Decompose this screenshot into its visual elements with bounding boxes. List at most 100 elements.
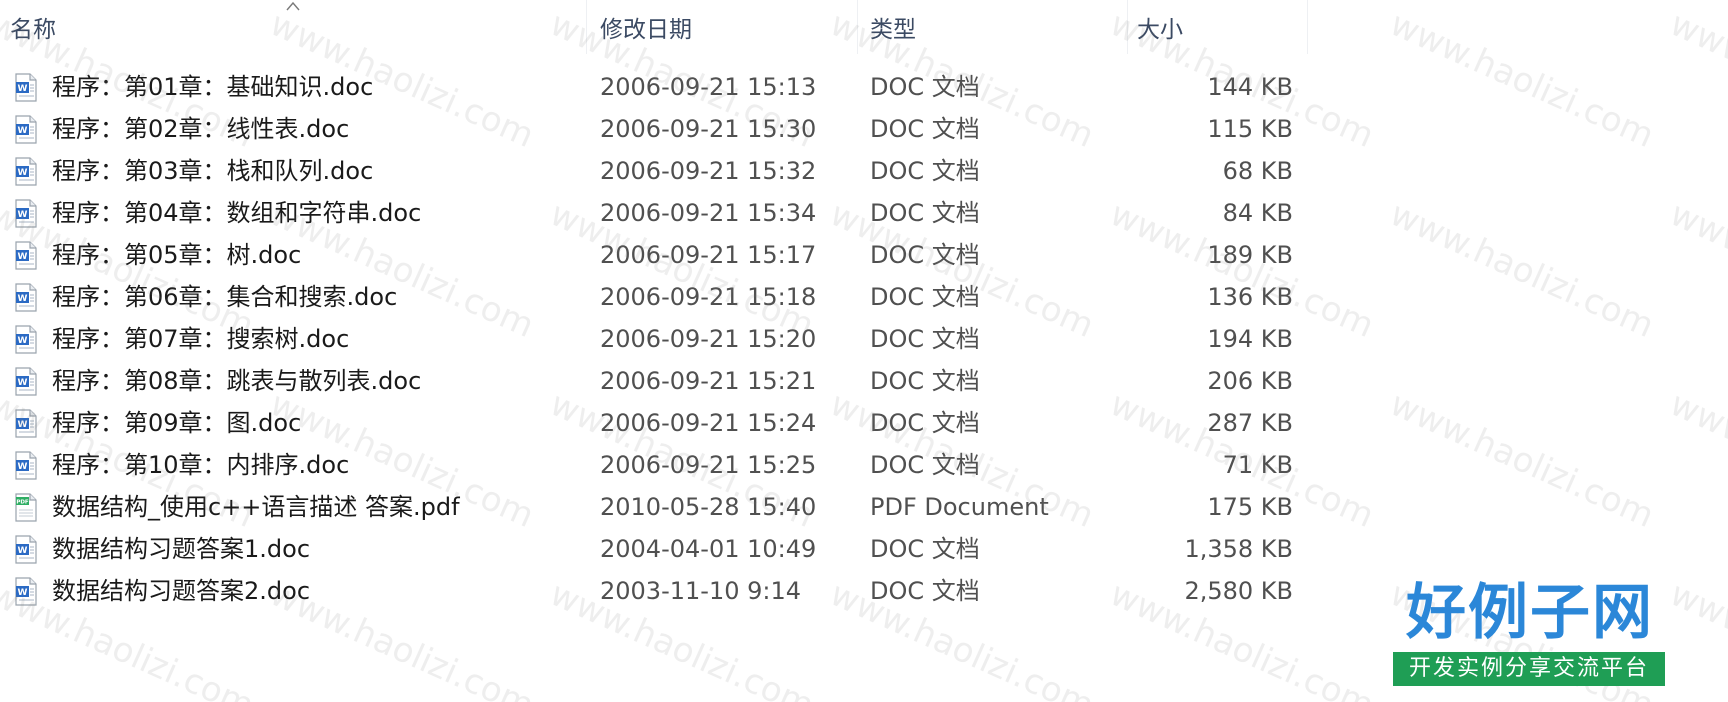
file-row[interactable]: W 程序：第08章：跳表与散列表.doc 2006-09-21 15:21 DO…: [0, 360, 1310, 402]
file-type: DOC 文档: [870, 451, 980, 479]
file-size: 175 KB: [1207, 493, 1293, 521]
file-type: DOC 文档: [870, 577, 980, 605]
column-divider[interactable]: [1127, 0, 1128, 54]
file-name: 程序：第01章：基础知识.doc: [52, 73, 374, 101]
file-name: 数据结构习题答案2.doc: [52, 577, 311, 605]
file-row[interactable]: W 数据结构习题答案1.doc 2004-04-01 10:49 DOC 文档 …: [0, 528, 1310, 570]
logo-subtitle: 开发实例分享交流平台: [1393, 652, 1665, 686]
file-row[interactable]: W 程序：第10章：内排序.doc 2006-09-21 15:25 DOC 文…: [0, 444, 1310, 486]
file-size: 287 KB: [1207, 409, 1293, 437]
file-row[interactable]: W 程序：第06章：集合和搜索.doc 2006-09-21 15:18 DOC…: [0, 276, 1310, 318]
file-type: DOC 文档: [870, 535, 980, 563]
file-name: 程序：第10章：内排序.doc: [52, 451, 350, 479]
word-doc-icon: W: [14, 367, 38, 396]
word-doc-icon: W: [14, 73, 38, 102]
file-modified-date: 2003-11-10 9:14: [600, 577, 801, 605]
file-type: DOC 文档: [870, 199, 980, 227]
word-doc-icon: W: [14, 577, 38, 606]
file-type: DOC 文档: [870, 283, 980, 311]
word-doc-icon: W: [14, 325, 38, 354]
watermark-text: www.haolizi.com: [1664, 193, 1728, 347]
file-row[interactable]: W 程序：第02章：线性表.doc 2006-09-21 15:30 DOC 文…: [0, 108, 1310, 150]
svg-text:PDF: PDF: [16, 500, 29, 506]
svg-text:W: W: [18, 252, 28, 262]
file-modified-date: 2006-09-21 15:24: [600, 409, 817, 437]
column-header-type[interactable]: 类型: [870, 12, 1120, 48]
file-row[interactable]: W 程序：第01章：基础知识.doc 2006-09-21 15:13 DOC …: [0, 66, 1310, 108]
svg-text:W: W: [18, 420, 28, 430]
svg-text:W: W: [18, 294, 28, 304]
file-type: DOC 文档: [870, 409, 980, 437]
file-size: 136 KB: [1207, 283, 1293, 311]
file-row[interactable]: W 程序：第05章：树.doc 2006-09-21 15:17 DOC 文档 …: [0, 234, 1310, 276]
watermark-text: www.haolizi.com: [1664, 3, 1728, 157]
column-header-bar: 名称 修改日期 类型 大小: [0, 0, 1310, 58]
file-row[interactable]: PDF 数据结构_使用c++语言描述 答案.pdf 2010-05-28 15:…: [0, 486, 1310, 528]
svg-text:W: W: [18, 84, 28, 94]
file-type: DOC 文档: [870, 157, 980, 185]
watermark-text: www.haolizi.com: [1384, 383, 1660, 537]
file-name: 程序：第09章：图.doc: [52, 409, 302, 437]
file-modified-date: 2006-09-21 15:30: [600, 115, 817, 143]
sort-ascending-icon: [286, 1, 300, 11]
file-type: PDF Document: [870, 493, 1049, 521]
watermark-text: www.haolizi.com: [1384, 3, 1660, 157]
file-size: 189 KB: [1207, 241, 1293, 269]
file-modified-date: 2006-09-21 15:13: [600, 73, 817, 101]
column-header-size[interactable]: 大小: [1137, 12, 1307, 48]
file-name: 程序：第06章：集合和搜索.doc: [52, 283, 398, 311]
watermark-text: www.haolizi.com: [1384, 193, 1660, 347]
file-size: 194 KB: [1207, 325, 1293, 353]
file-name: 数据结构习题答案1.doc: [52, 535, 311, 563]
word-doc-icon: W: [14, 241, 38, 270]
file-modified-date: 2006-09-21 15:17: [600, 241, 817, 269]
svg-text:W: W: [18, 378, 28, 388]
file-name: 程序：第02章：线性表.doc: [52, 115, 350, 143]
file-size: 206 KB: [1207, 367, 1293, 395]
file-name: 程序：第04章：数组和字符串.doc: [52, 199, 422, 227]
file-row[interactable]: W 程序：第04章：数组和字符串.doc 2006-09-21 15:34 DO…: [0, 192, 1310, 234]
svg-text:W: W: [18, 546, 28, 556]
file-list: W 程序：第01章：基础知识.doc 2006-09-21 15:13 DOC …: [0, 66, 1310, 612]
file-modified-date: 2006-09-21 15:32: [600, 157, 817, 185]
file-modified-date: 2006-09-21 15:25: [600, 451, 817, 479]
watermark-text: www.haolizi.com: [1664, 383, 1728, 537]
svg-text:W: W: [18, 588, 28, 598]
file-type: DOC 文档: [870, 325, 980, 353]
file-size: 115 KB: [1207, 115, 1293, 143]
column-divider[interactable]: [857, 0, 858, 54]
file-name: 程序：第08章：跳表与散列表.doc: [52, 367, 422, 395]
column-divider[interactable]: [1307, 0, 1308, 54]
pdf-icon: PDF: [14, 493, 38, 522]
word-doc-icon: W: [14, 451, 38, 480]
word-doc-icon: W: [14, 409, 38, 438]
file-type: DOC 文档: [870, 73, 980, 101]
svg-text:W: W: [18, 210, 28, 220]
file-size: 68 KB: [1222, 157, 1293, 185]
column-header-date[interactable]: 修改日期: [600, 12, 850, 48]
file-row[interactable]: W 程序：第09章：图.doc 2006-09-21 15:24 DOC 文档 …: [0, 402, 1310, 444]
watermark-logo: 好例子网 开发实例分享交流平台: [1385, 578, 1675, 696]
file-explorer-list: 名称 修改日期 类型 大小 W 程序：第01章：基础知识.doc 2006-09…: [0, 0, 1728, 702]
column-divider[interactable]: [586, 0, 587, 54]
file-size: 2,580 KB: [1184, 577, 1293, 605]
word-doc-icon: W: [14, 157, 38, 186]
word-doc-icon: W: [14, 115, 38, 144]
file-modified-date: 2004-04-01 10:49: [600, 535, 817, 563]
file-modified-date: 2006-09-21 15:21: [600, 367, 817, 395]
word-doc-icon: W: [14, 199, 38, 228]
file-row[interactable]: W 程序：第07章：搜索树.doc 2006-09-21 15:20 DOC 文…: [0, 318, 1310, 360]
file-modified-date: 2006-09-21 15:20: [600, 325, 817, 353]
file-modified-date: 2010-05-28 15:40: [600, 493, 817, 521]
svg-text:W: W: [18, 126, 28, 136]
svg-text:W: W: [18, 168, 28, 178]
file-row[interactable]: W 程序：第03章：栈和队列.doc 2006-09-21 15:32 DOC …: [0, 150, 1310, 192]
column-header-name[interactable]: 名称: [10, 12, 570, 48]
file-name: 数据结构_使用c++语言描述 答案.pdf: [52, 493, 460, 521]
word-doc-icon: W: [14, 535, 38, 564]
file-name: 程序：第03章：栈和队列.doc: [52, 157, 374, 185]
word-doc-icon: W: [14, 283, 38, 312]
file-row[interactable]: W 数据结构习题答案2.doc 2003-11-10 9:14 DOC 文档 2…: [0, 570, 1310, 612]
logo-title: 好例子网: [1406, 578, 1654, 648]
file-type: DOC 文档: [870, 367, 980, 395]
